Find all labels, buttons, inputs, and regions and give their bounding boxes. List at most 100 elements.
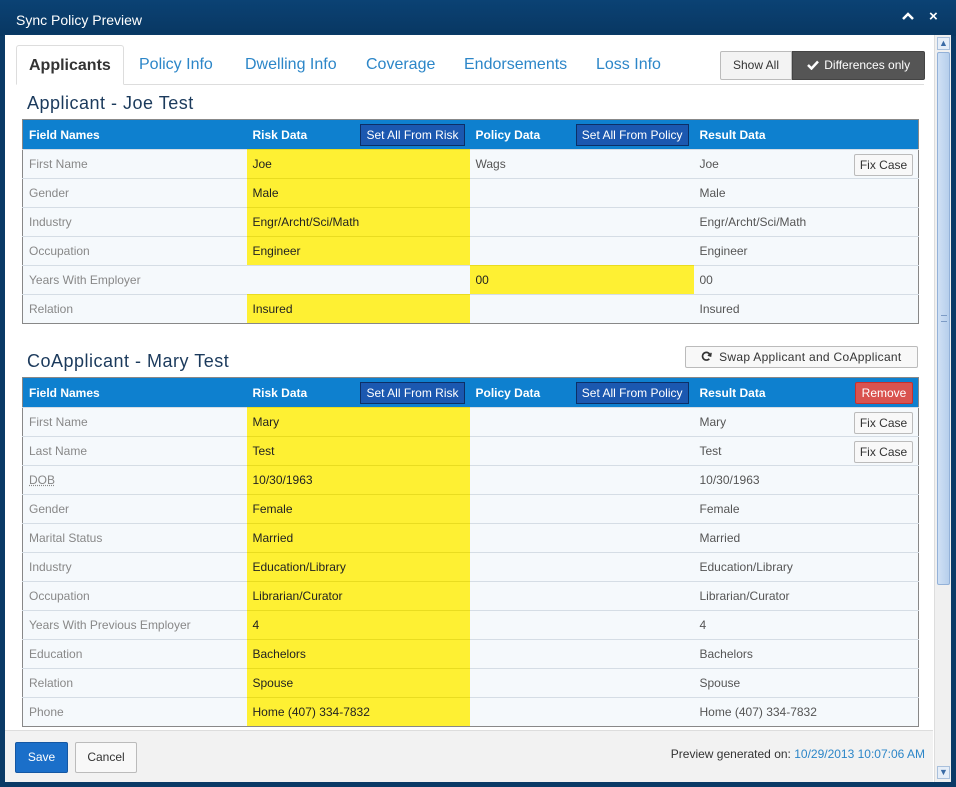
table-row: DOB 10/30/1963 10/30/1963 [22, 465, 919, 495]
field-name: Marital Status [22, 523, 247, 553]
risk-value[interactable]: Male [246, 178, 470, 208]
generated-label: Preview generated on: [670, 747, 791, 761]
fix-case-button[interactable]: Fix Case [854, 412, 913, 434]
collapse-icon[interactable] [902, 8, 914, 24]
dialog-title: Sync Policy Preview [16, 12, 143, 28]
field-name: Occupation [22, 236, 247, 266]
set-all-from-risk-button[interactable]: Set All From Risk [360, 124, 465, 146]
tab-loss-info[interactable]: Loss Info [596, 45, 661, 85]
field-name: Gender [22, 178, 247, 208]
col-policy-data: Policy Data Set All From Policy [469, 377, 694, 408]
applicant-table: Field Names Risk Data Set All From Risk … [22, 119, 919, 324]
risk-value[interactable]: Engr/Archt/Sci/Math [246, 207, 470, 237]
tab-policy-info[interactable]: Policy Info [139, 45, 213, 85]
save-button[interactable]: Save [15, 742, 68, 773]
col-risk-data-label: Risk Data [252, 127, 308, 142]
result-value: Engineer [693, 236, 919, 266]
risk-value[interactable]: Home (407) 334-7832 [246, 697, 470, 727]
coapplicant-table: Field Names Risk Data Set All From Risk … [22, 377, 919, 727]
risk-value[interactable]: Spouse [246, 668, 470, 698]
scroll-thumb[interactable] [937, 52, 950, 585]
field-name: Industry [22, 552, 247, 582]
result-value: Bachelors [693, 639, 919, 669]
result-value: Spouse [693, 668, 919, 698]
tab-dwelling-info[interactable]: Dwelling Info [245, 45, 337, 85]
fix-case-button[interactable]: Fix Case [854, 154, 913, 176]
result-value: Engr/Archt/Sci/Math [693, 207, 919, 237]
risk-value[interactable]: Mary [246, 407, 470, 437]
risk-value[interactable]: Engineer [246, 236, 470, 266]
fix-case-button[interactable]: Fix Case [854, 441, 913, 463]
result-value: Joe [699, 157, 719, 171]
field-name: DOB [22, 465, 247, 495]
generated-timestamp: 10/29/2013 10:07:06 AM [794, 747, 925, 761]
preview-scroll-area: Applicants Policy Info Dwelling Info Cov… [5, 35, 933, 730]
col-result-data-label: Result Data [699, 385, 766, 400]
policy-value[interactable]: 00 [469, 265, 694, 295]
set-all-from-risk-button[interactable]: Set All From Risk [360, 382, 465, 404]
policy-value[interactable] [469, 407, 694, 437]
differences-only-button[interactable]: Differences only [792, 51, 925, 80]
col-field-names: Field Names [22, 377, 247, 408]
policy-value[interactable] [469, 436, 694, 466]
policy-value[interactable] [469, 236, 694, 266]
result-cell: Test Fix Case [693, 436, 919, 466]
policy-value[interactable] [469, 552, 694, 582]
scroll-up-icon[interactable]: ▲ [937, 37, 950, 50]
policy-value[interactable] [469, 465, 694, 495]
table-row: Relation Insured Insured [22, 294, 919, 324]
result-cell: Joe Fix Case [693, 149, 919, 179]
field-name: Years With Previous Employer [22, 610, 247, 640]
tab-coverage[interactable]: Coverage [366, 45, 435, 85]
risk-value[interactable]: Joe [246, 149, 470, 179]
tab-endorsements[interactable]: Endorsements [464, 45, 567, 85]
risk-value[interactable]: Bachelors [246, 639, 470, 669]
checkmark-icon [807, 60, 819, 71]
result-value: Female [693, 494, 919, 524]
field-name: Relation [22, 294, 247, 324]
risk-value[interactable]: Female [246, 494, 470, 524]
result-value: 4 [693, 610, 919, 640]
field-name: Last Name [22, 436, 247, 466]
set-all-from-policy-button[interactable]: Set All From Policy [575, 124, 689, 146]
policy-value[interactable] [469, 697, 694, 727]
tab-applicants[interactable]: Applicants [16, 45, 124, 85]
risk-value[interactable]: Married [246, 523, 470, 553]
risk-value[interactable]: 4 [246, 610, 470, 640]
close-icon[interactable]: × [929, 8, 938, 25]
policy-value[interactable] [469, 523, 694, 553]
policy-value[interactable] [469, 178, 694, 208]
differences-only-label: Differences only [824, 58, 911, 72]
dialog-content: Applicants Policy Info Dwelling Info Cov… [4, 34, 952, 783]
risk-value[interactable]: Librarian/Curator [246, 581, 470, 611]
policy-value[interactable]: Wags [469, 149, 694, 179]
cancel-button[interactable]: Cancel [75, 742, 137, 773]
show-all-button[interactable]: Show All [720, 51, 792, 80]
set-all-from-policy-button[interactable]: Set All From Policy [575, 382, 689, 404]
policy-value[interactable] [469, 668, 694, 698]
vertical-scrollbar[interactable]: ▲ ▼ [934, 35, 951, 782]
result-cell: Mary Fix Case [693, 407, 919, 437]
policy-value[interactable] [469, 294, 694, 324]
title-bar[interactable]: Sync Policy Preview × [0, 0, 956, 36]
policy-value[interactable] [469, 494, 694, 524]
table-row: Industry Education/Library Education/Lib… [22, 552, 919, 582]
dialog-window: Sync Policy Preview × Applicants Policy … [0, 0, 956, 787]
remove-coapplicant-button[interactable]: Remove [855, 382, 913, 404]
policy-value[interactable] [469, 207, 694, 237]
policy-value[interactable] [469, 610, 694, 640]
col-result-data: Result Data [693, 119, 919, 150]
result-value: Male [693, 178, 919, 208]
risk-value[interactable]: Insured [246, 294, 470, 324]
policy-value[interactable] [469, 639, 694, 669]
policy-value[interactable] [469, 581, 694, 611]
risk-value[interactable] [246, 265, 470, 295]
risk-value[interactable]: 10/30/1963 [246, 465, 470, 495]
coapplicant-heading: CoApplicant - Mary Test [27, 351, 230, 371]
scroll-down-icon[interactable]: ▼ [937, 766, 950, 779]
col-field-names: Field Names [22, 119, 247, 150]
risk-value[interactable]: Test [246, 436, 470, 466]
risk-value[interactable]: Education/Library [246, 552, 470, 582]
col-policy-data-label: Policy Data [475, 127, 541, 142]
swap-applicants-button[interactable]: Swap Applicant and CoApplicant [685, 346, 918, 368]
